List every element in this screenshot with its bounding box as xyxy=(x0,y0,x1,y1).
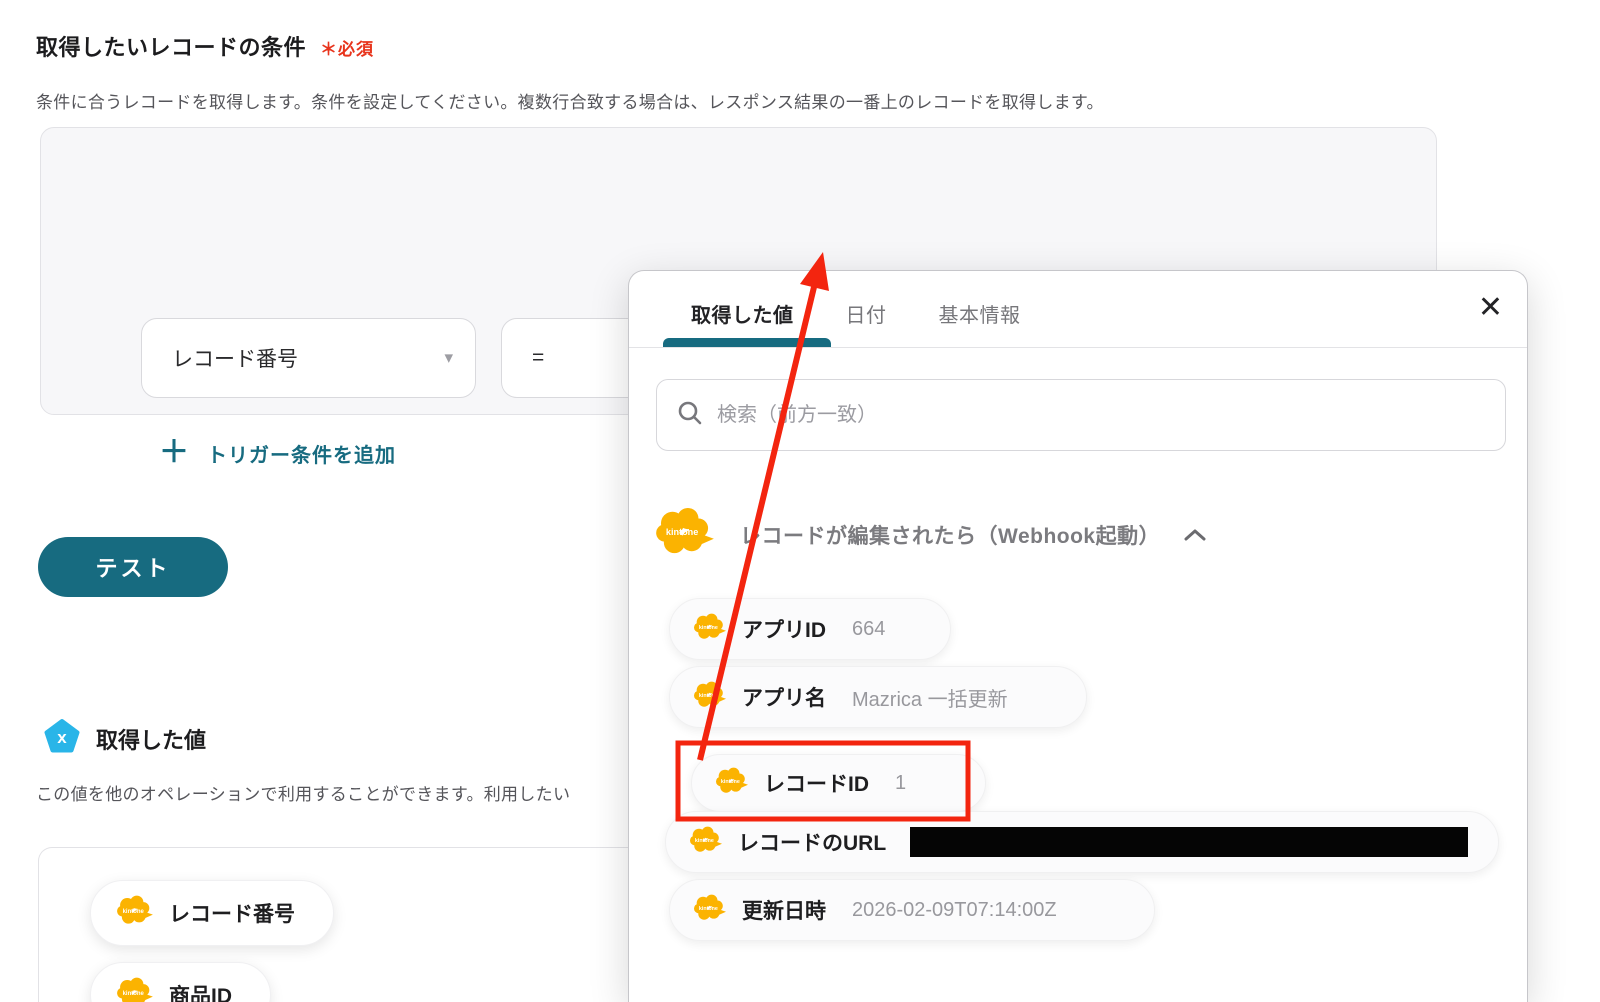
svg-text:kintone: kintone xyxy=(666,527,698,537)
chip-label: 商品ID xyxy=(169,985,232,1002)
item-label: レコードID xyxy=(764,773,869,796)
item-label: アプリID xyxy=(742,619,826,642)
kintone-icon: kintone xyxy=(117,895,153,931)
svg-text:kintone: kintone xyxy=(699,906,718,912)
tab-date[interactable]: 日付 xyxy=(846,299,887,328)
svg-text:x: x xyxy=(57,728,67,747)
popup-search-input[interactable] xyxy=(717,403,1485,427)
tab-retrieved-values[interactable]: 取得した値 xyxy=(691,299,794,328)
svg-text:kintone: kintone xyxy=(695,838,714,844)
popup-value-item-highlighted[interactable]: kintone レコードID 1 xyxy=(691,754,986,812)
trigger-group-header[interactable]: kintone レコードが編集されたら（Webhook起動） xyxy=(656,507,1206,562)
required-badge: ＊必須 xyxy=(320,40,375,59)
popup-value-item[interactable]: kintone レコードのURL xyxy=(665,811,1499,873)
kintone-icon: kintone xyxy=(716,767,748,800)
page: 取得したいレコードの条件 ＊必須 条件に合うレコードを取得します。条件を設定してく… xyxy=(0,0,1600,1002)
chevron-up-icon xyxy=(1184,528,1206,542)
retrieved-value-chip[interactable]: kintone 商品ID xyxy=(90,962,271,1002)
kintone-icon: kintone xyxy=(690,826,722,859)
tab-basic-info[interactable]: 基本情報 xyxy=(939,299,1021,328)
retrieved-values-title: 取得した値 xyxy=(96,727,207,753)
trigger-group-title: レコードが編集されたら（Webhook起動） xyxy=(740,524,1161,548)
retrieved-values-description: この値を他のオペレーションで利用することができます。利用したい xyxy=(36,785,571,804)
operator-dropdown-value: = xyxy=(532,346,545,369)
svg-text:kintone: kintone xyxy=(721,779,740,785)
kintone-icon: kintone xyxy=(656,507,714,562)
search-icon xyxy=(677,400,703,431)
kintone-icon: kintone xyxy=(117,977,153,1002)
popup-tabs: 取得した値 日付 基本情報 xyxy=(691,299,1021,328)
popup-value-item[interactable]: kintone 更新日時 2026-02-09T07:14:00Z xyxy=(669,879,1155,941)
item-label: 更新日時 xyxy=(742,900,826,923)
add-trigger-condition-label: トリガー条件を追加 xyxy=(207,444,396,467)
item-value: 664 xyxy=(852,617,886,640)
field-dropdown-value: レコード番号 xyxy=(172,348,298,371)
item-value: Mazrica 一括更新 xyxy=(852,688,1008,711)
condition-title-text: 取得したいレコードの条件 xyxy=(36,35,307,60)
svg-text:kintone: kintone xyxy=(123,991,145,997)
item-label: レコードのURL xyxy=(738,832,887,855)
svg-text:kintone: kintone xyxy=(699,693,718,699)
tabs-divider xyxy=(629,347,1527,348)
active-tab-underline xyxy=(663,338,831,347)
chip-label: レコード番号 xyxy=(169,903,295,926)
popup-search-box xyxy=(656,379,1506,451)
condition-section-description: 条件に合うレコードを取得します。条件を設定してください。複数行合致する場合は、レ… xyxy=(36,93,1104,112)
redacted-value-bar xyxy=(910,827,1469,857)
svg-text:kintone: kintone xyxy=(699,625,718,631)
retrieved-values-header: x 取得した値 xyxy=(44,718,206,759)
pentagon-x-icon: x xyxy=(44,718,80,759)
field-dropdown[interactable]: レコード番号 ▾ xyxy=(141,318,476,398)
kintone-icon: kintone xyxy=(694,894,726,927)
item-label: アプリ名 xyxy=(742,687,826,710)
retrieved-value-chip[interactable]: kintone レコード番号 xyxy=(90,880,334,946)
chevron-down-icon: ▾ xyxy=(444,348,453,367)
close-icon[interactable]: ✕ xyxy=(1478,293,1503,323)
popup-value-item[interactable]: kintone アプリID 664 xyxy=(669,598,951,660)
test-button[interactable]: テスト xyxy=(38,537,228,597)
popup-value-item[interactable]: kintone アプリ名 Mazrica 一括更新 xyxy=(669,666,1087,728)
svg-text:kintone: kintone xyxy=(123,909,145,915)
plus-icon: ＋ xyxy=(159,436,189,469)
condition-section-title: 取得したいレコードの条件 ＊必須 xyxy=(36,30,374,62)
kintone-icon: kintone xyxy=(694,681,726,714)
item-value: 1 xyxy=(895,771,907,794)
value-picker-popup: 取得した値 日付 基本情報 ✕ 検索（前方一致） kintone レコードが編集… xyxy=(628,270,1528,1002)
item-value: 2026-02-09T07:14:00Z xyxy=(852,898,1057,921)
add-trigger-condition-button[interactable]: ＋ トリガー条件を追加 xyxy=(159,438,396,468)
kintone-icon: kintone xyxy=(694,613,726,646)
